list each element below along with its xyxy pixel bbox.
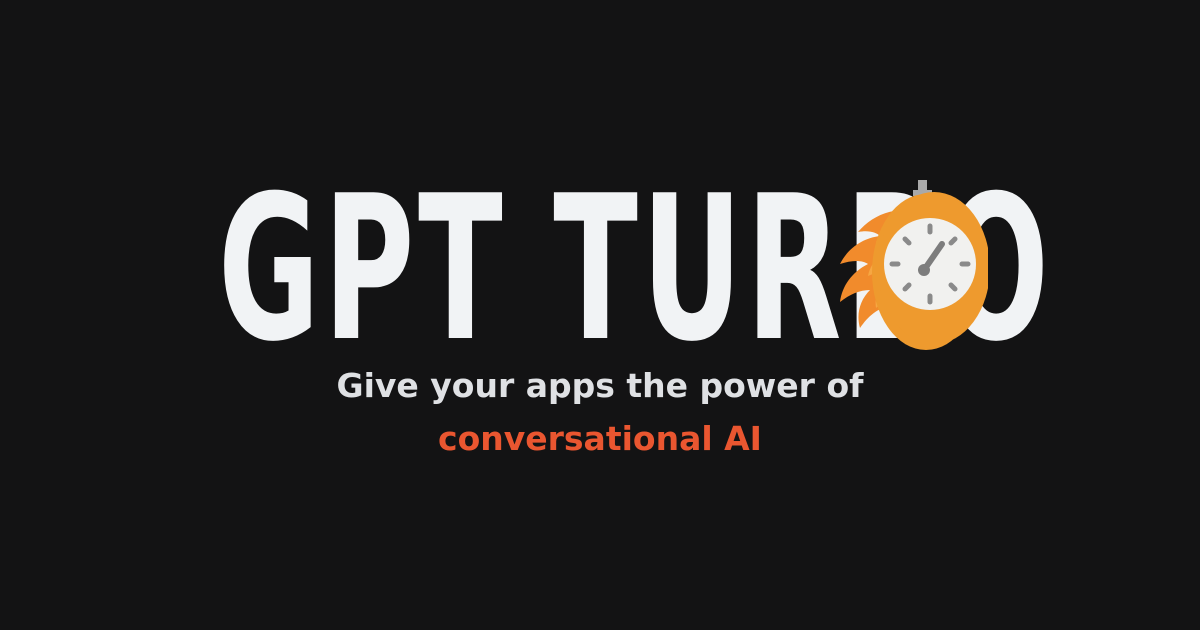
tagline-line-2: conversational AI <box>438 419 762 458</box>
tagline-line-1: Give your apps the power of <box>336 366 864 405</box>
logo: GPT TURBO <box>0 0 1200 630</box>
hero-banner: GPT TURBO Give your apps the power of co… <box>0 0 1200 630</box>
logo-wordmark: GPT TURBO <box>218 170 1200 370</box>
stopwatch-on-fire-icon <box>840 180 988 350</box>
